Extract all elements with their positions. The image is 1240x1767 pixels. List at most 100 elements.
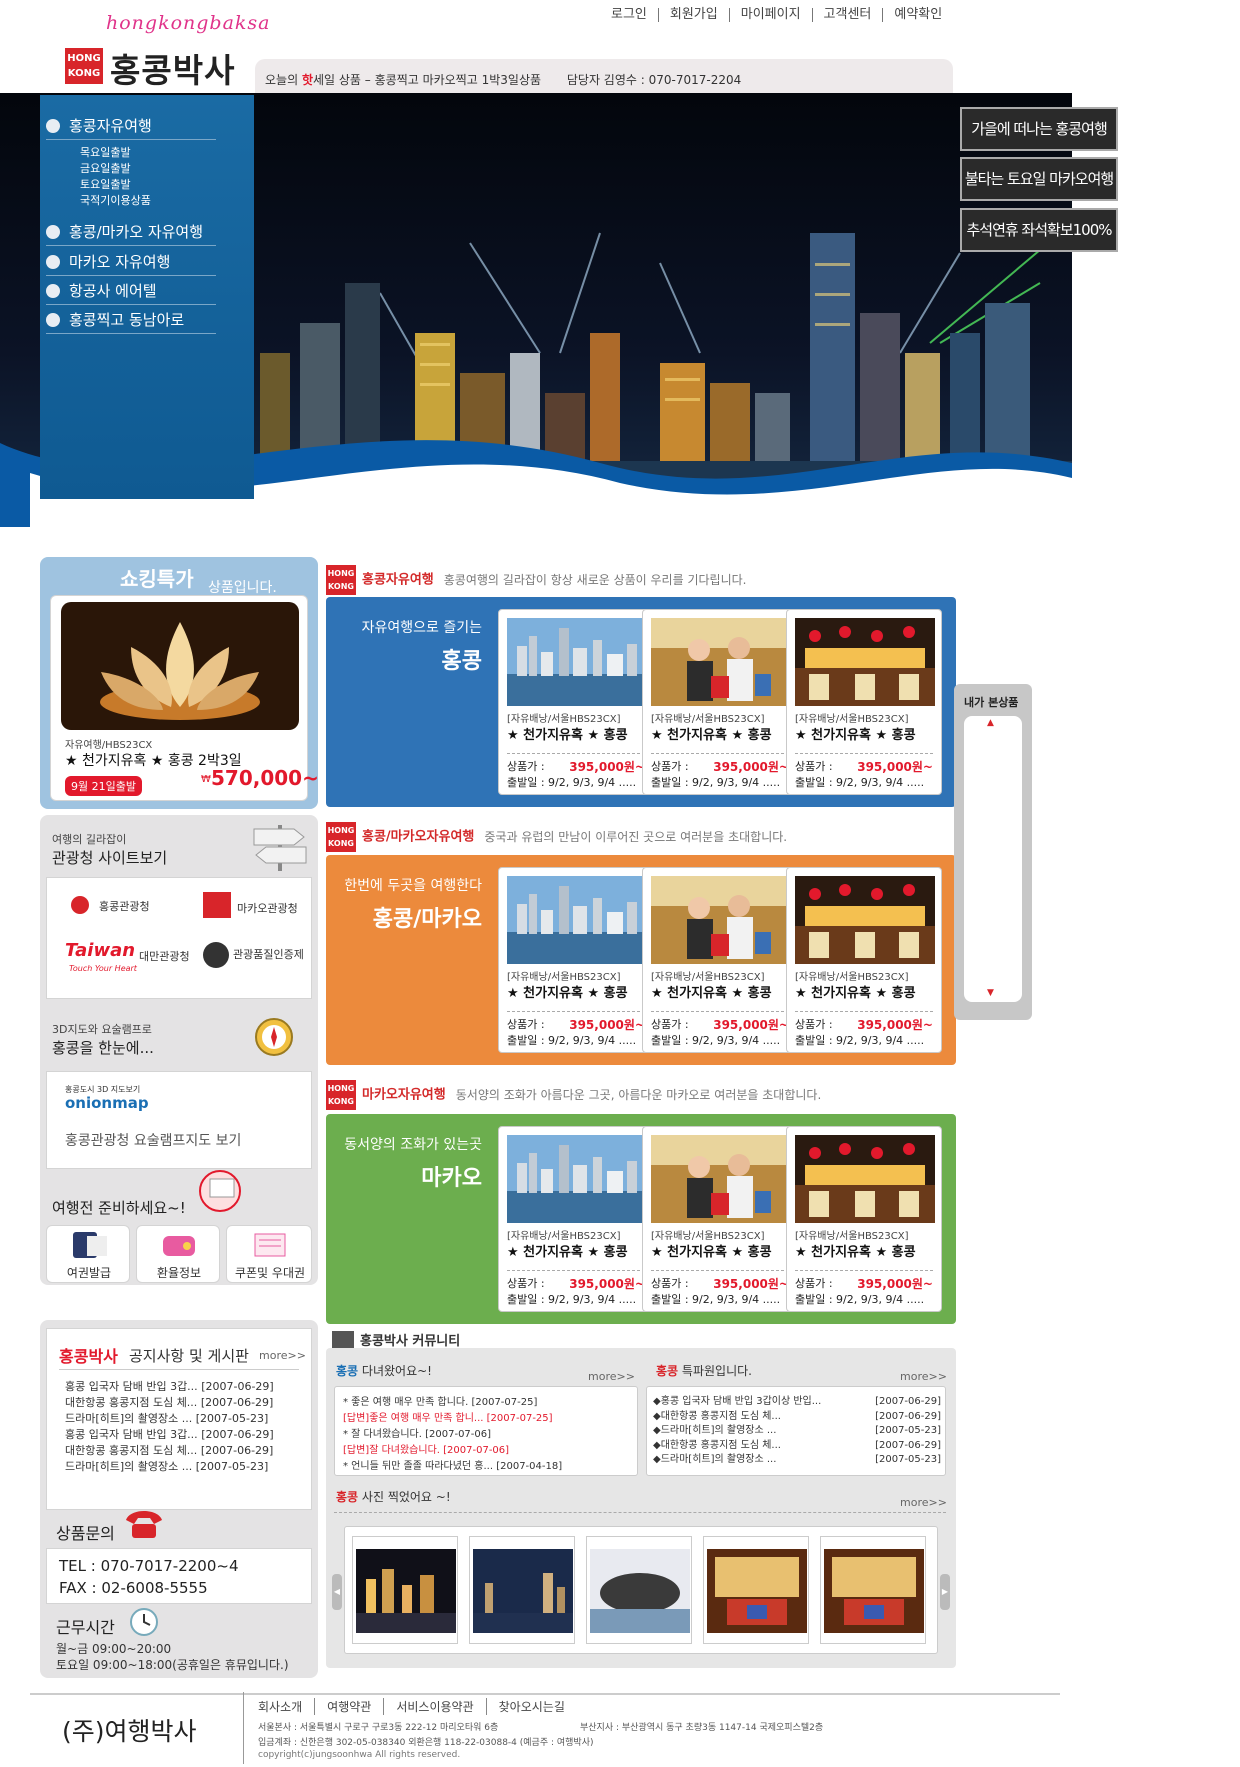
list-item[interactable]: [답변]좋은 여행 매우 만족 합니... [2007-07-25]	[343, 1411, 562, 1427]
footer-link-service-terms[interactable]: 서비스이용약관	[383, 1698, 485, 1715]
community-box: 홍콩 다녀왔어요~! more>> * 좋은 여행 매우 만족 합니다. [20…	[326, 1348, 956, 1668]
photo-thumbnail[interactable]	[820, 1536, 926, 1644]
footer-link-about[interactable]: 회사소개	[258, 1698, 314, 1715]
list-item[interactable]: [답변]잘 다녀왔습니다. [2007-07-06]	[343, 1443, 562, 1459]
gallery-prev-arrow[interactable]: ◀	[332, 1574, 342, 1610]
product-card[interactable]: [자유배낭/서울HBS23CX] ★ 천가지유혹 ★ 홍콩 상품가 : 395,000…	[642, 867, 798, 1053]
notice-more-link[interactable]: more>>	[259, 1349, 306, 1362]
link-macau-tourism[interactable]: 마카오관광청	[237, 900, 298, 916]
list-item[interactable]: 드라마[히트]의 촬영장소 ... [2007-05-23]	[65, 1459, 309, 1475]
product-code: [자유배낭/서울HBS23CX]	[651, 972, 765, 983]
list-item[interactable]: 드라마[히트]의 촬영장소 ... [2007-05-23]	[65, 1411, 309, 1427]
photo-thumbnail[interactable]	[586, 1536, 692, 1644]
shopping-product-card[interactable]: 자유여행/HBS23CX ★ 천가지유혹 ★ 홍콩 2박3일 9월 21일출발 …	[50, 595, 319, 801]
promo-saturday-macau[interactable]: 불타는 토요일 마카오여행	[960, 157, 1118, 201]
product-card[interactable]: [자유배낭/서울HBS23CX] ★ 천가지유혹 ★ 홍콩 상품가 : 395,000…	[498, 609, 654, 795]
product-name: ★ 천가지유혹 ★ 홍콩	[507, 728, 628, 743]
product-card[interactable]: [자유배낭/서울HBS23CX] ★ 천가지유혹 ★ 홍콩 상품가 : 395,000…	[498, 867, 654, 1053]
side-menu-item-airtel[interactable]: 항공사 에어텔	[46, 280, 216, 305]
onionmap-box[interactable]: 홍콩도시 3D 지도보기 onionmap 홍콩관광청 요술램프지도 보기	[46, 1071, 312, 1169]
scroll-up-icon[interactable]: ▲	[987, 718, 994, 728]
divider	[795, 1270, 933, 1271]
product-code: [자유배낭/서울HBS23CX]	[795, 1231, 909, 1242]
prep-passport[interactable]: 여권발급	[46, 1225, 130, 1283]
nav-login[interactable]: 로그인	[600, 8, 658, 22]
visited-more-link[interactable]: more>>	[588, 1370, 635, 1383]
phone-number[interactable]: TEL : 070-7017-2200~4	[59, 1557, 239, 1575]
gallery-next-arrow[interactable]: ▶	[940, 1574, 950, 1610]
notice-board: 홍콩박사 공지사항 및 게시판 more>> 홍콩 입국자 담배 반입 3갑..…	[46, 1328, 312, 1510]
photo-thumbnail[interactable]	[352, 1536, 458, 1644]
hk-badge: HONG KONG	[326, 565, 356, 595]
promo-chuseok[interactable]: 추석연휴 좌석확보100%	[960, 208, 1118, 252]
hot-deal-bar[interactable]: 오늘의 핫세일 상품 – 홍콩찍고 마카오찍고 1박3일상품 담당자 김영수 :…	[255, 59, 953, 93]
list-item[interactable]: 대한항콩 홍콩지점 도심 체... [2007-06-29]	[65, 1395, 309, 1411]
compass-icon	[255, 1018, 293, 1056]
list-item[interactable]: ◆드라마[히트]의 촬영장소 ... [2007-05-23]	[653, 1453, 941, 1468]
phone-box: TEL : 070-7017-2200~4 FAX : 02-6008-5555	[46, 1548, 312, 1604]
product-card[interactable]: [자유배낭/서울HBS23CX] ★ 천가지유혹 ★ 홍콩 상품가 : 395,000…	[786, 1126, 942, 1312]
link-taiwan-tourism[interactable]: 대만관광청	[139, 948, 190, 964]
submenu-national-carrier[interactable]: 국적기이용상품	[80, 193, 151, 209]
photo-thumbnail[interactable]	[703, 1536, 809, 1644]
prep-exchange-rate[interactable]: 환율정보	[136, 1225, 220, 1283]
link-hk-tourism[interactable]: 홍콩관광청	[99, 898, 150, 914]
clock-icon	[130, 1608, 158, 1636]
footer-busan-address: 부산지사 : 부산광역시 동구 초량3동 1147-14 국제오피스텔2층	[580, 1723, 824, 1733]
band-title: 자유여행으로 즐기는 홍콩	[361, 620, 482, 674]
prep-coupons[interactable]: 쿠폰및 우대권	[226, 1225, 312, 1283]
product-card[interactable]: [자유배낭/서울HBS23CX] ★ 천가지유혹 ★ 홍콩 상품가 : 395,000…	[786, 609, 942, 795]
list-item[interactable]: ◆대한항콩 홍콩지점 도심 체... [2007-06-29]	[653, 1410, 941, 1425]
submenu-thursday[interactable]: 목요일출발	[80, 145, 151, 161]
product-image	[507, 618, 647, 706]
photos-more-link[interactable]: more>>	[900, 1496, 947, 1509]
side-menu-item-hk-free[interactable]: 홍콩자유여행	[46, 115, 216, 140]
reporter-more-link[interactable]: more>>	[900, 1370, 947, 1383]
logo-name[interactable]: 홍콩박사	[110, 44, 235, 92]
visited-list: * 좋은 여행 매우 만족 합니다. [2007-07-25] [답변]좋은 여…	[334, 1386, 638, 1476]
list-item[interactable]: 대한항콩 홍콩지점 도심 체... [2007-06-29]	[65, 1443, 309, 1459]
nav-mypage[interactable]: 마이페이지	[728, 8, 812, 22]
list-item[interactable]: ◆드라마[히트]의 촬영장소 ... [2007-05-23]	[653, 1424, 941, 1439]
nav-reservation-check[interactable]: 예약확인	[882, 8, 953, 22]
section-band-hk-macau: 한번에 두곳을 여행한다 홍콩/마카오 [자유배낭/서울HBS23CX] ★ 천가지…	[326, 855, 956, 1065]
hk-badge: HONG KONG	[326, 1080, 356, 1110]
footer-link-terms[interactable]: 여행약관	[314, 1698, 383, 1715]
list-item[interactable]: ◆대한항콩 홍콩지점 도심 체... [2007-06-29]	[653, 1439, 941, 1454]
link-magic-lamp-map[interactable]: 홍콩관광청 요술램프지도 보기	[65, 1130, 241, 1150]
nav-customer-center[interactable]: 고객센터	[811, 8, 883, 22]
product-name: ★ 천가지유혹 ★ 홍콩	[507, 986, 628, 1001]
side-menu-item-hk-macau[interactable]: 홍콩/마카오 자유여행	[46, 221, 216, 246]
nav-join[interactable]: 회원가입	[657, 8, 729, 22]
product-card[interactable]: [자유배낭/서울HBS23CX] ★ 천가지유혹 ★ 홍콩 상품가 : 395,000…	[786, 867, 942, 1053]
product-name: ★ 천가지유혹 ★ 홍콩	[795, 1245, 916, 1260]
product-card[interactable]: [자유배낭/서울HBS23CX] ★ 천가지유혹 ★ 홍콩 상품가 : 395,000…	[498, 1126, 654, 1312]
shopping-price: 570,000~	[211, 766, 319, 790]
promo-autumn-hk[interactable]: 가을에 떠나는 홍콩여행	[960, 107, 1118, 151]
scroll-down-icon[interactable]: ▼	[987, 988, 994, 998]
passport-stamp-icon	[199, 1170, 241, 1212]
list-item[interactable]: * 잘 다녀왔습니다. [2007-07-06]	[343, 1427, 562, 1443]
inquiry-title: 상품문의	[56, 1524, 115, 1543]
submenu-friday[interactable]: 금요일출발	[80, 161, 151, 177]
list-item[interactable]: 홍콩 입국자 담배 반입 3갑... [2007-06-29]	[65, 1427, 309, 1443]
side-menu-item-southeast-asia[interactable]: 홍콩찍고 동남아로	[46, 309, 216, 334]
link-quality-tourism[interactable]: 관광품질인증제	[233, 946, 304, 962]
weekday-hours: 월~금 09:00~20:00	[56, 1642, 172, 1656]
footer-link-directions[interactable]: 찾아오시는길	[485, 1698, 577, 1715]
shopping-date-badge: 9월 21일출발	[65, 776, 142, 796]
list-item[interactable]: * 좋은 여행 매우 만족 합니다. [2007-07-25]	[343, 1395, 562, 1411]
product-code: [자유배낭/서울HBS23CX]	[651, 714, 765, 725]
list-item[interactable]: ◆홍콩 입국자 담배 반입 3갑이상 반입... [2007-06-29]	[653, 1395, 941, 1410]
photos-header: 홍콩 사진 찍었어요 ~!	[336, 1490, 451, 1504]
product-card[interactable]: [자유배낭/서울HBS23CX] ★ 천가지유혹 ★ 홍콩 상품가 : 395,000…	[642, 1126, 798, 1312]
product-dates: 출발일 : 9/2, 9/3, 9/4 .....	[795, 1034, 925, 1047]
divider	[651, 753, 789, 754]
submenu-saturday[interactable]: 토요일출발	[80, 177, 151, 193]
product-card[interactable]: [자유배낭/서울HBS23CX] ★ 천가지유혹 ★ 홍콩 상품가 : 395,000…	[642, 609, 798, 795]
photo-thumbnail[interactable]	[469, 1536, 575, 1644]
divider	[795, 1011, 933, 1012]
list-item[interactable]: * 언니들 뒤만 졸졸 따라다녔던 홍... [2007-04-18]	[343, 1459, 562, 1475]
side-menu-item-macau[interactable]: 마카오 자유여행	[46, 251, 216, 276]
list-item[interactable]: 홍콩 입국자 담배 반입 3갑... [2007-06-29]	[65, 1379, 309, 1395]
